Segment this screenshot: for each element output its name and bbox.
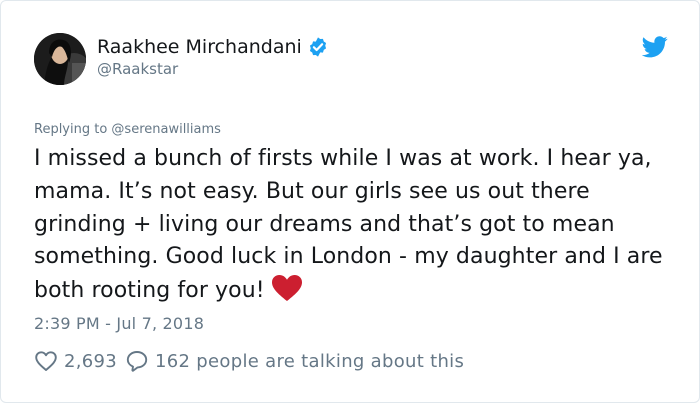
replying-to[interactable]: Replying to @serenawilliams [34,122,221,137]
like-button[interactable]: 2,693 [34,349,117,373]
verified-badge-icon [307,36,329,58]
author-row: Raakhee Mirchandani [97,35,329,59]
tweet-body: I missed a bunch of firsts while I was a… [34,146,663,304]
talking-count[interactable]: 162 people are talking about this [155,351,464,372]
display-name[interactable]: Raakhee Mirchandani [97,36,302,58]
avatar[interactable] [34,33,86,85]
red-heart-emoji [271,274,303,302]
like-count: 2,693 [64,350,118,372]
twitter-bird-icon[interactable] [641,36,668,58]
avatar-photo [34,33,86,85]
action-bar: 2,693 162 people are talking about this [34,347,464,375]
speech-bubble-icon[interactable] [125,349,149,373]
timestamp[interactable]: 2:39 PM - Jul 7, 2018 [34,314,204,333]
reply-button[interactable]: 162 people are talking about this [117,349,464,373]
tweet-text: I missed a bunch of firsts while I was a… [34,143,674,308]
author-handle[interactable]: @Raakstar [97,60,178,78]
tweet-card: Raakhee Mirchandani @Raakstar Replying t… [0,0,700,403]
heart-outline-icon[interactable] [34,349,58,373]
